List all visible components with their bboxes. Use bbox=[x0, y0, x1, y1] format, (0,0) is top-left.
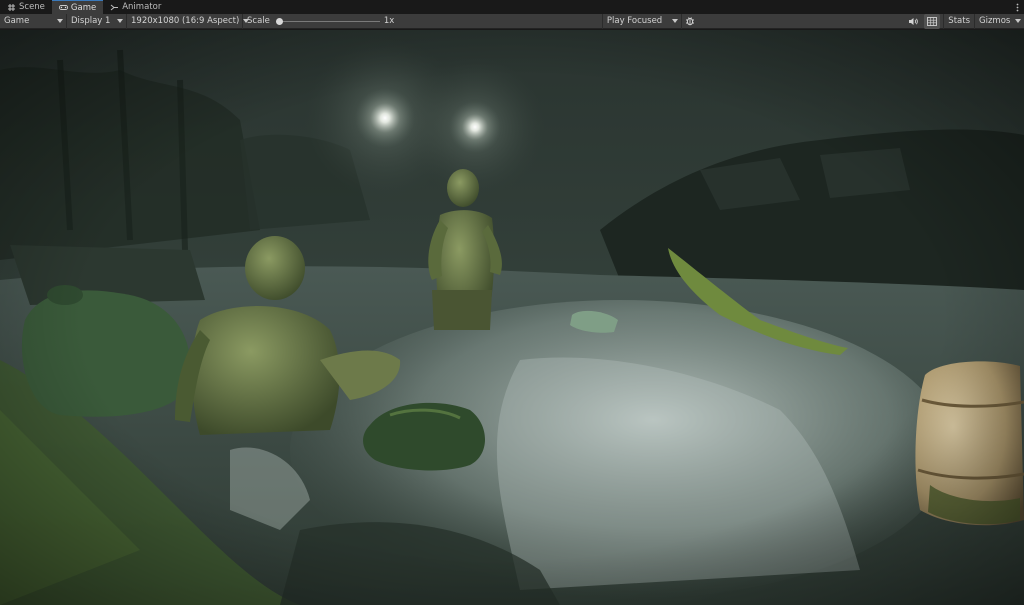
speaker-icon[interactable] bbox=[905, 14, 921, 29]
resolution-dropdown[interactable]: 1920x1080 (16:9 Aspect) bbox=[127, 13, 250, 29]
chevron-down-icon bbox=[117, 19, 123, 23]
gizmos-label: Gizmos bbox=[979, 16, 1011, 26]
scale-slider-track bbox=[275, 20, 380, 22]
view-mode-dropdown[interactable]: Game bbox=[0, 13, 67, 29]
play-mode-value: Play Focused bbox=[606, 16, 663, 26]
gizmos-dropdown[interactable]: Gizmos bbox=[974, 13, 1024, 29]
grid-icon[interactable] bbox=[924, 13, 941, 29]
resolution-value: 1920x1080 (16:9 Aspect) bbox=[131, 16, 240, 26]
hash-icon bbox=[7, 3, 16, 12]
game-view-toolbar: Game Display 1 1920x1080 (16:9 Aspect) S… bbox=[0, 13, 1024, 29]
tab-animator-label: Animator bbox=[122, 2, 162, 12]
tab-scene-label: Scene bbox=[19, 2, 45, 12]
scale-control: Scale 1x bbox=[243, 14, 602, 29]
gamepad-icon bbox=[58, 3, 68, 12]
animator-icon bbox=[110, 3, 119, 12]
tab-game-label: Game bbox=[70, 2, 97, 13]
tab-game[interactable]: Game bbox=[51, 0, 104, 14]
chevron-down-icon bbox=[1015, 19, 1021, 23]
kebab-menu-icon[interactable] bbox=[1010, 0, 1024, 14]
display-value: Display 1 bbox=[71, 16, 111, 26]
scale-label: Scale bbox=[247, 16, 270, 26]
scale-slider-thumb[interactable] bbox=[275, 17, 283, 25]
chevron-down-icon bbox=[57, 19, 63, 23]
scale-value: 1x bbox=[383, 16, 395, 26]
view-mode-value: Game bbox=[4, 16, 30, 26]
bug-icon[interactable] bbox=[682, 14, 698, 29]
display-dropdown[interactable]: Display 1 bbox=[67, 13, 127, 29]
game-viewport[interactable] bbox=[0, 30, 1024, 605]
play-mode-dropdown[interactable]: Play Focused bbox=[601, 13, 682, 29]
scale-slider[interactable] bbox=[275, 14, 380, 29]
tab-scene[interactable]: Scene bbox=[0, 0, 52, 14]
vignette-overlay bbox=[0, 30, 1024, 605]
game-render bbox=[0, 30, 1024, 605]
stats-button[interactable]: Stats bbox=[943, 13, 974, 29]
tab-animator[interactable]: Animator bbox=[103, 0, 168, 14]
editor-tab-strip: Scene Game Animator bbox=[0, 0, 1024, 14]
chevron-down-icon bbox=[671, 19, 678, 23]
